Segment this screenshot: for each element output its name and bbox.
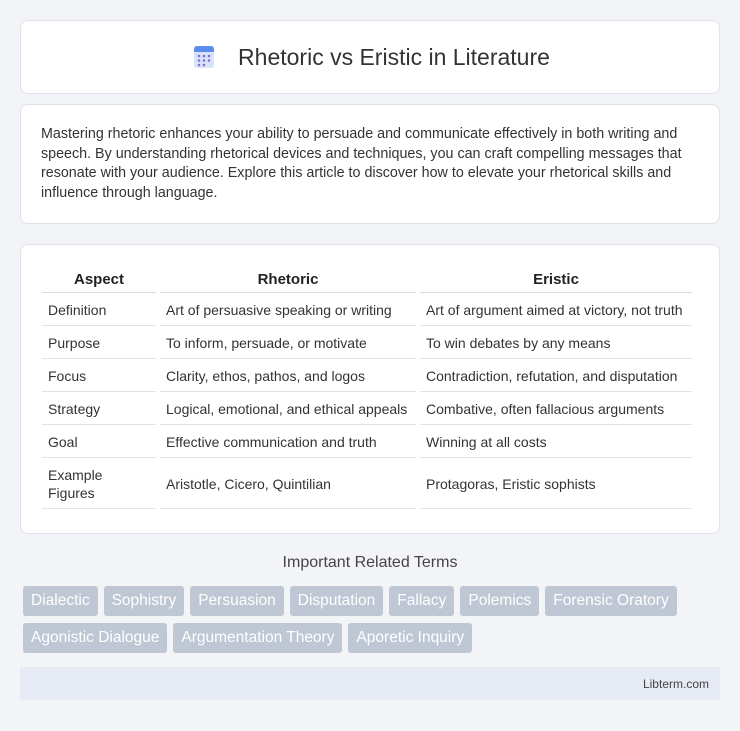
rhetoric-cell: Effective communication and truth (160, 427, 416, 458)
column-header-rhetoric: Rhetoric (160, 267, 416, 293)
aspect-cell: Goal (42, 427, 156, 458)
aspect-cell: Example Figures (42, 460, 156, 509)
tag-sophistry[interactable]: Sophistry (103, 586, 185, 616)
document-icon (190, 43, 218, 71)
rhetoric-cell: Art of persuasive speaking or writing (160, 295, 416, 326)
rhetoric-cell: Aristotle, Cicero, Quintilian (160, 460, 416, 509)
table-row: Definition Art of persuasive speaking or… (42, 295, 692, 326)
table-row: Example Figures Aristotle, Cicero, Quint… (42, 460, 692, 509)
tag-aporetic-inquiry[interactable]: Aporetic Inquiry (348, 623, 473, 653)
tag-disputation[interactable]: Disputation (289, 586, 384, 616)
table-row: Purpose To inform, persuade, or motivate… (42, 328, 692, 359)
tag-persuasion[interactable]: Persuasion (190, 586, 284, 616)
aspect-cell: Purpose (42, 328, 156, 359)
eristic-cell: Combative, often fallacious arguments (420, 394, 692, 425)
tag-polemics[interactable]: Polemics (460, 586, 540, 616)
title-wrap: Rhetoric vs Eristic in Literature (190, 43, 550, 71)
intro-paragraph: Mastering rhetoric enhances your ability… (41, 126, 682, 201)
aspect-cell: Strategy (42, 394, 156, 425)
table-row: Goal Effective communication and truth W… (42, 427, 692, 458)
related-terms-tags: Dialectic Sophistry Persuasion Disputati… (23, 586, 713, 653)
rhetoric-cell: Logical, emotional, and ethical appeals (160, 394, 416, 425)
rhetoric-cell: Clarity, ethos, pathos, and logos (160, 361, 416, 392)
intro-card: Mastering rhetoric enhances your ability… (20, 104, 720, 224)
eristic-cell: Winning at all costs (420, 427, 692, 458)
eristic-cell: Contradiction, refutation, and disputati… (420, 361, 692, 392)
comparison-table-card: Aspect Rhetoric Eristic Definition Art o… (20, 244, 720, 534)
aspect-cell: Definition (42, 295, 156, 326)
header-card: Rhetoric vs Eristic in Literature (20, 20, 720, 94)
related-terms-title: Important Related Terms (282, 554, 458, 571)
page-title: Rhetoric vs Eristic in Literature (238, 43, 550, 70)
eristic-cell: Art of argument aimed at victory, not tr… (420, 295, 692, 326)
table-row: Strategy Logical, emotional, and ethical… (42, 394, 692, 425)
tag-argumentation-theory[interactable]: Argumentation Theory (173, 623, 343, 653)
table-row: Focus Clarity, ethos, pathos, and logos … (42, 361, 692, 392)
comparison-table: Aspect Rhetoric Eristic Definition Art o… (38, 265, 696, 511)
rhetoric-cell: To inform, persuade, or motivate (160, 328, 416, 359)
eristic-cell: To win debates by any means (420, 328, 692, 359)
tag-forensic-oratory[interactable]: Forensic Oratory (545, 586, 677, 616)
footer: Libterm.com (20, 667, 720, 700)
footer-site-link[interactable]: Libterm.com (643, 677, 709, 691)
tag-fallacy[interactable]: Fallacy (389, 586, 455, 616)
table-header-row: Aspect Rhetoric Eristic (42, 267, 692, 293)
tag-agonistic-dialogue[interactable]: Agonistic Dialogue (23, 623, 168, 653)
tag-dialectic[interactable]: Dialectic (23, 586, 98, 616)
aspect-cell: Focus (42, 361, 156, 392)
column-header-eristic: Eristic (420, 267, 692, 293)
eristic-cell: Protagoras, Eristic sophists (420, 460, 692, 509)
column-header-aspect: Aspect (42, 267, 156, 293)
